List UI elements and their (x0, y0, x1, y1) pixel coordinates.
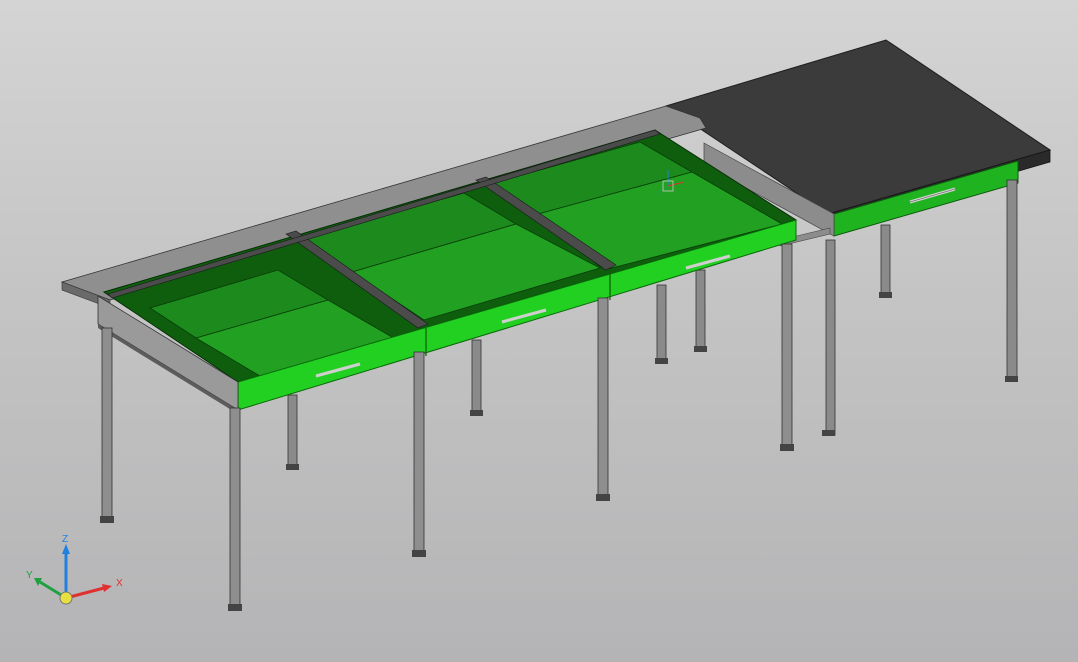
leg (1006, 179, 1018, 381)
leg (229, 407, 241, 609)
leg-foot (1005, 376, 1018, 382)
left-table[interactable] (60, 105, 798, 611)
leg-foot (822, 430, 835, 436)
leg-foot (879, 292, 892, 298)
leg (825, 239, 836, 436)
model-scene[interactable] (0, 0, 1078, 662)
leg (287, 394, 298, 469)
leg (781, 243, 793, 449)
z-axis-label: Z (62, 534, 68, 545)
3d-viewport[interactable]: Z X Y (0, 0, 1078, 662)
leg-foot (694, 346, 707, 352)
x-axis-label: X (116, 578, 123, 589)
z-arrowhead-icon (62, 544, 70, 554)
leg-foot (655, 358, 668, 364)
leg-foot (780, 444, 794, 451)
leg (597, 297, 609, 499)
leg-foot (470, 410, 483, 416)
leg-foot (412, 550, 426, 557)
leg (471, 339, 482, 416)
leg-foot (228, 604, 242, 611)
leg (695, 269, 706, 351)
y-axis-label: Y (26, 570, 33, 581)
leg (413, 351, 425, 555)
leg (880, 224, 891, 298)
axis-triad[interactable]: Z X Y (18, 530, 128, 610)
x-arrowhead-icon (102, 584, 112, 592)
leg-foot (596, 494, 610, 501)
leg (656, 284, 667, 363)
leg-foot (100, 516, 114, 523)
leg (101, 327, 113, 519)
leg-foot (286, 464, 299, 470)
origin-icon (59, 591, 73, 605)
